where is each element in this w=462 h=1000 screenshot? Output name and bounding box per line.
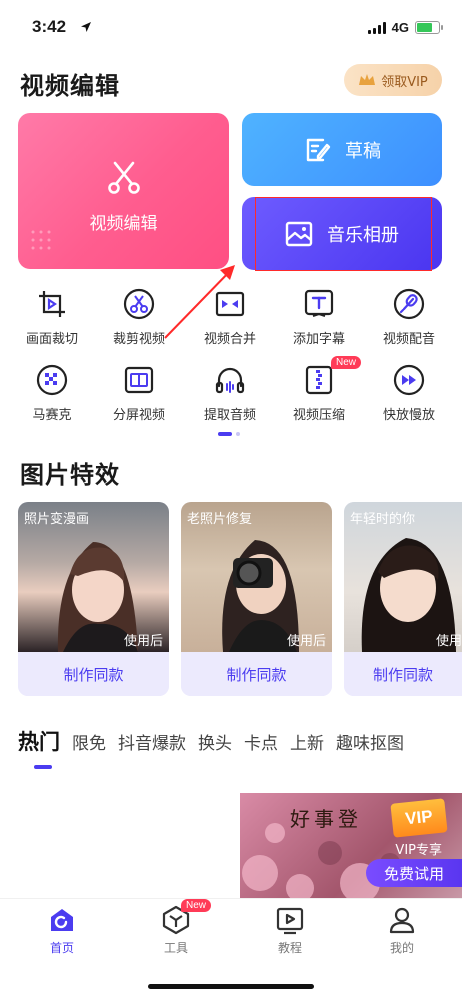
- nav-label: 我的: [389, 941, 414, 955]
- location-icon: [81, 22, 91, 32]
- tool-label: 提取音频: [203, 408, 256, 423]
- crop-icon: [39, 291, 65, 317]
- free-trial-button[interactable]: 免费试用: [366, 859, 462, 887]
- compress-icon: [305, 365, 333, 395]
- mosaic-icon: [36, 364, 68, 396]
- active-tab-indicator: [34, 765, 52, 769]
- nav-label: 工具: [163, 941, 188, 955]
- effect-card-cartoon[interactable]: 照片变漫画 使用后 制作同款: [18, 502, 169, 696]
- tool-mosaic[interactable]: 马赛克: [8, 364, 96, 423]
- tool-compress-video[interactable]: New 视频压缩: [275, 356, 363, 423]
- vip-exclusive-label: VIP专享: [395, 843, 442, 858]
- tab-new[interactable]: 上新: [290, 729, 324, 756]
- status-bar: 3:42 4G: [0, 0, 462, 56]
- draft-card[interactable]: 草稿: [242, 113, 442, 186]
- nav-tools[interactable]: New 工具: [136, 899, 216, 956]
- effects-title: 图片特效: [20, 461, 120, 489]
- subtitle-icon: [304, 289, 334, 317]
- nav-label: 教程: [277, 941, 302, 955]
- vip-badge: VIP: [390, 798, 448, 838]
- tool-speed[interactable]: 快放慢放: [365, 364, 453, 423]
- nav-profile[interactable]: 我的: [362, 905, 442, 956]
- tool-label: 添加字幕: [292, 332, 345, 347]
- video-edit-card[interactable]: 视频编辑: [18, 113, 229, 269]
- tool-extract-audio[interactable]: 提取音频: [186, 364, 274, 423]
- draft-icon: [306, 138, 331, 161]
- home-icon: [51, 909, 73, 931]
- effect-tag: 年轻时的你: [350, 512, 416, 527]
- headphones-icon: [215, 367, 245, 394]
- tool-crop[interactable]: 画面裁切: [8, 288, 96, 347]
- tutorial-icon: [276, 907, 304, 935]
- network-label: 4G: [391, 20, 409, 35]
- tool-label: 分屏视频: [112, 408, 165, 423]
- tool-dubbing[interactable]: 视频配音: [365, 288, 453, 347]
- home-indicator: [148, 984, 314, 989]
- page-indicator: [218, 432, 240, 436]
- category-tabs: 热门 限免 抖音爆款 换头 卡点 上新 趣味抠图: [18, 726, 404, 756]
- claim-vip-label: 领取VIP: [381, 74, 428, 90]
- tab-hot[interactable]: 热门: [18, 726, 60, 756]
- claim-vip-button[interactable]: 领取VIP: [344, 64, 442, 96]
- tool-merge-video[interactable]: 视频合并: [186, 288, 274, 347]
- tool-label: 裁剪视频: [112, 332, 165, 347]
- page-title: 视频编辑: [20, 72, 120, 100]
- speed-icon: [393, 364, 425, 396]
- merge-icon: [215, 291, 245, 317]
- promo-template-card[interactable]: 好事登 VIP VIP专享 免费试用: [240, 793, 462, 901]
- signal-icon: [367, 21, 386, 34]
- tab-douyin-hits[interactable]: 抖音爆款: [118, 729, 186, 756]
- tool-label: 视频配音: [382, 332, 435, 347]
- effect-after-label: 使用后: [123, 634, 163, 649]
- make-same-button[interactable]: 制作同款: [18, 652, 169, 696]
- tool-trim-video[interactable]: 裁剪视频: [95, 288, 183, 347]
- new-badge: New: [181, 899, 212, 912]
- effect-after-label: 使用: [435, 634, 462, 649]
- video-edit-label: 视频编辑: [89, 214, 158, 234]
- effect-tag: 照片变漫画: [24, 512, 90, 527]
- crown-icon: [359, 74, 376, 85]
- effect-after-label: 使用后: [286, 634, 326, 649]
- make-same-button[interactable]: 制作同款: [344, 652, 462, 696]
- promo-calligraphy: 好事登: [290, 807, 362, 831]
- tool-label: 画面裁切: [25, 332, 78, 347]
- tool-split-screen[interactable]: 分屏视频: [95, 364, 183, 423]
- dubbing-icon: [393, 288, 425, 320]
- tab-beat-sync[interactable]: 卡点: [244, 729, 278, 756]
- make-same-button[interactable]: 制作同款: [181, 652, 332, 696]
- scissors-icon: [108, 161, 140, 194]
- scissors-icon: [123, 288, 155, 320]
- nav-tutorial[interactable]: 教程: [250, 905, 330, 956]
- profile-icon: [389, 907, 415, 934]
- tab-fun-cutout[interactable]: 趣味抠图: [336, 729, 404, 756]
- effect-card-old-photo[interactable]: 老照片修复 使用后 制作同款: [181, 502, 332, 696]
- split-screen-icon: [124, 366, 154, 394]
- nav-label: 首页: [49, 941, 74, 955]
- tool-add-subtitle[interactable]: 添加字幕: [275, 288, 363, 347]
- status-time: 3:42: [32, 17, 67, 36]
- tool-label: 快放慢放: [382, 408, 435, 423]
- effect-tag: 老照片修复: [187, 512, 253, 527]
- annotation-highlight-box: [255, 197, 432, 271]
- tab-limited-free[interactable]: 限免: [72, 729, 106, 756]
- battery-icon: [415, 21, 443, 34]
- tab-face-swap[interactable]: 换头: [198, 729, 232, 756]
- nav-home[interactable]: 首页: [22, 905, 102, 956]
- draft-label: 草稿: [345, 140, 381, 162]
- new-badge: New: [331, 356, 362, 369]
- tool-label: 视频合并: [203, 332, 256, 347]
- effect-card-young-you[interactable]: 年轻时的你 使用 制作同款: [344, 502, 462, 696]
- tool-label: 视频压缩: [292, 408, 345, 423]
- tool-label: 马赛克: [32, 408, 72, 423]
